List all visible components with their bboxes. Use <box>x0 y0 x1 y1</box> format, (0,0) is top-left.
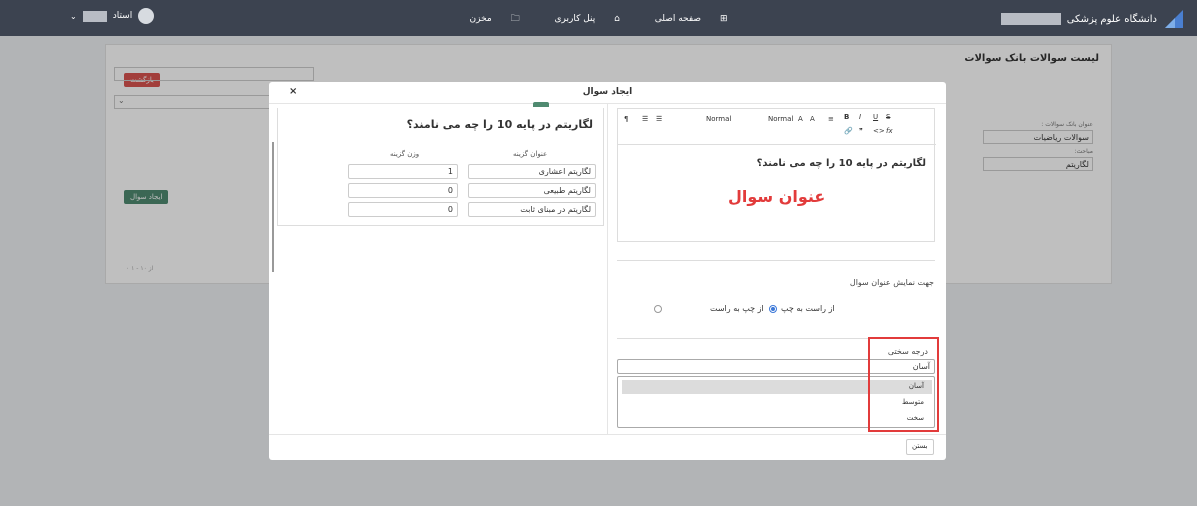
close-button[interactable]: بستن <box>906 439 934 455</box>
formula-icon[interactable]: fx <box>886 127 893 135</box>
radio-ltr[interactable]: از چپ به راست <box>654 304 764 313</box>
scrollbar[interactable] <box>272 142 274 272</box>
text-color-icon[interactable]: A <box>798 115 803 123</box>
radio-ltr-label: از چپ به راست <box>710 304 764 313</box>
option-row: 0 لگاریتم در مبنای ثابت <box>278 202 605 217</box>
list-icon[interactable]: ☰ <box>642 115 648 123</box>
annotation-label: عنوان سوال <box>728 187 826 206</box>
editor-toolbar: ¶ ☰ ☰ Normal Normal A A ≡ B I U S 🔗 ❞ <>… <box>618 109 936 145</box>
highlight-box <box>868 337 939 432</box>
highlight-icon[interactable]: A <box>810 115 815 123</box>
link-icon[interactable]: 🔗 <box>844 127 853 135</box>
rtl-icon[interactable]: ¶ <box>624 115 628 123</box>
close-icon[interactable]: × <box>289 86 297 97</box>
modal-header: ایجاد سوال × <box>269 82 946 104</box>
top-navbar: دانشگاه علوم پزشکی ⊞ صفحه اصلی ⌂ پنل کار… <box>0 0 1197 36</box>
option-weight-input[interactable]: 0 <box>348 202 458 217</box>
option-row: 1 لگاریتم اعشاری <box>278 164 605 179</box>
preview-tab <box>533 102 549 107</box>
option-text-input[interactable]: لگاریتم در مبنای ثابت <box>468 202 596 217</box>
heading-select[interactable]: Normal <box>706 115 731 123</box>
create-question-modal: ایجاد سوال × لگاریتم در پایه 10 را چه می… <box>269 82 946 460</box>
folder-icon: 🗀 <box>510 14 520 24</box>
avatar <box>138 8 155 24</box>
chevron-down-icon: ⌄ <box>70 11 77 21</box>
option-weight-input[interactable]: 1 <box>348 164 458 179</box>
nav-user-panel[interactable]: ⌂ پنل کاربری <box>546 14 627 24</box>
nav-repository[interactable]: 🗀 مخزن <box>462 14 528 24</box>
column-divider <box>607 104 608 434</box>
redacted-username <box>82 10 107 22</box>
section-divider <box>617 260 935 261</box>
radio-button-checked[interactable] <box>769 304 777 313</box>
bold-icon[interactable]: B <box>844 113 849 121</box>
option-text-input[interactable]: لگاریتم طبیعی <box>468 183 596 198</box>
modal-title: ایجاد سوال <box>582 87 633 97</box>
user-role: استاد <box>112 11 133 21</box>
italic-icon[interactable]: I <box>859 113 861 121</box>
underline-icon[interactable]: U <box>873 113 878 121</box>
rich-text-editor[interactable]: ¶ ☰ ☰ Normal Normal A A ≡ B I U S 🔗 ❞ <>… <box>617 108 936 242</box>
direction-label: جهت نمایش عنوان سوال <box>849 278 934 287</box>
radio-rtl[interactable]: از راست به چپ <box>769 304 835 313</box>
code-icon[interactable]: <> <box>873 127 885 135</box>
preview-question: لگاریتم در پایه 10 را چه می نامند؟ <box>406 118 593 131</box>
grid-icon: ⊞ <box>719 14 728 24</box>
user-menu[interactable]: استاد ⌄ <box>70 8 155 24</box>
modal-footer-divider <box>269 434 946 435</box>
radio-button[interactable] <box>654 304 662 313</box>
option-text-input[interactable]: لگاریتم اعشاری <box>468 164 596 179</box>
size-select[interactable]: Normal <box>768 115 793 123</box>
radio-rtl-label: از راست به چپ <box>781 304 835 313</box>
question-preview: لگاریتم در پایه 10 را چه می نامند؟ عنوان… <box>277 102 605 226</box>
option-row: 0 لگاریتم طبیعی <box>278 183 605 198</box>
list-icon[interactable]: ☰ <box>656 115 662 123</box>
option-weight-header: وزن گزینه <box>390 150 420 158</box>
option-title-header: عنوان گزینه <box>513 150 548 158</box>
option-weight-input[interactable]: 0 <box>348 183 458 198</box>
align-icon[interactable]: ≡ <box>828 115 834 123</box>
main-nav: ⊞ صفحه اصلی ⌂ پنل کاربری 🗀 مخزن <box>0 11 1197 27</box>
nav-home[interactable]: ⊞ صفحه اصلی <box>647 14 736 24</box>
strike-icon[interactable]: S <box>886 113 890 121</box>
home-icon: ⌂ <box>614 14 620 24</box>
editor-content[interactable]: لگاریتم در پایه 10 را چه می نامند؟ <box>757 158 926 169</box>
quote-icon[interactable]: ❞ <box>859 127 863 135</box>
